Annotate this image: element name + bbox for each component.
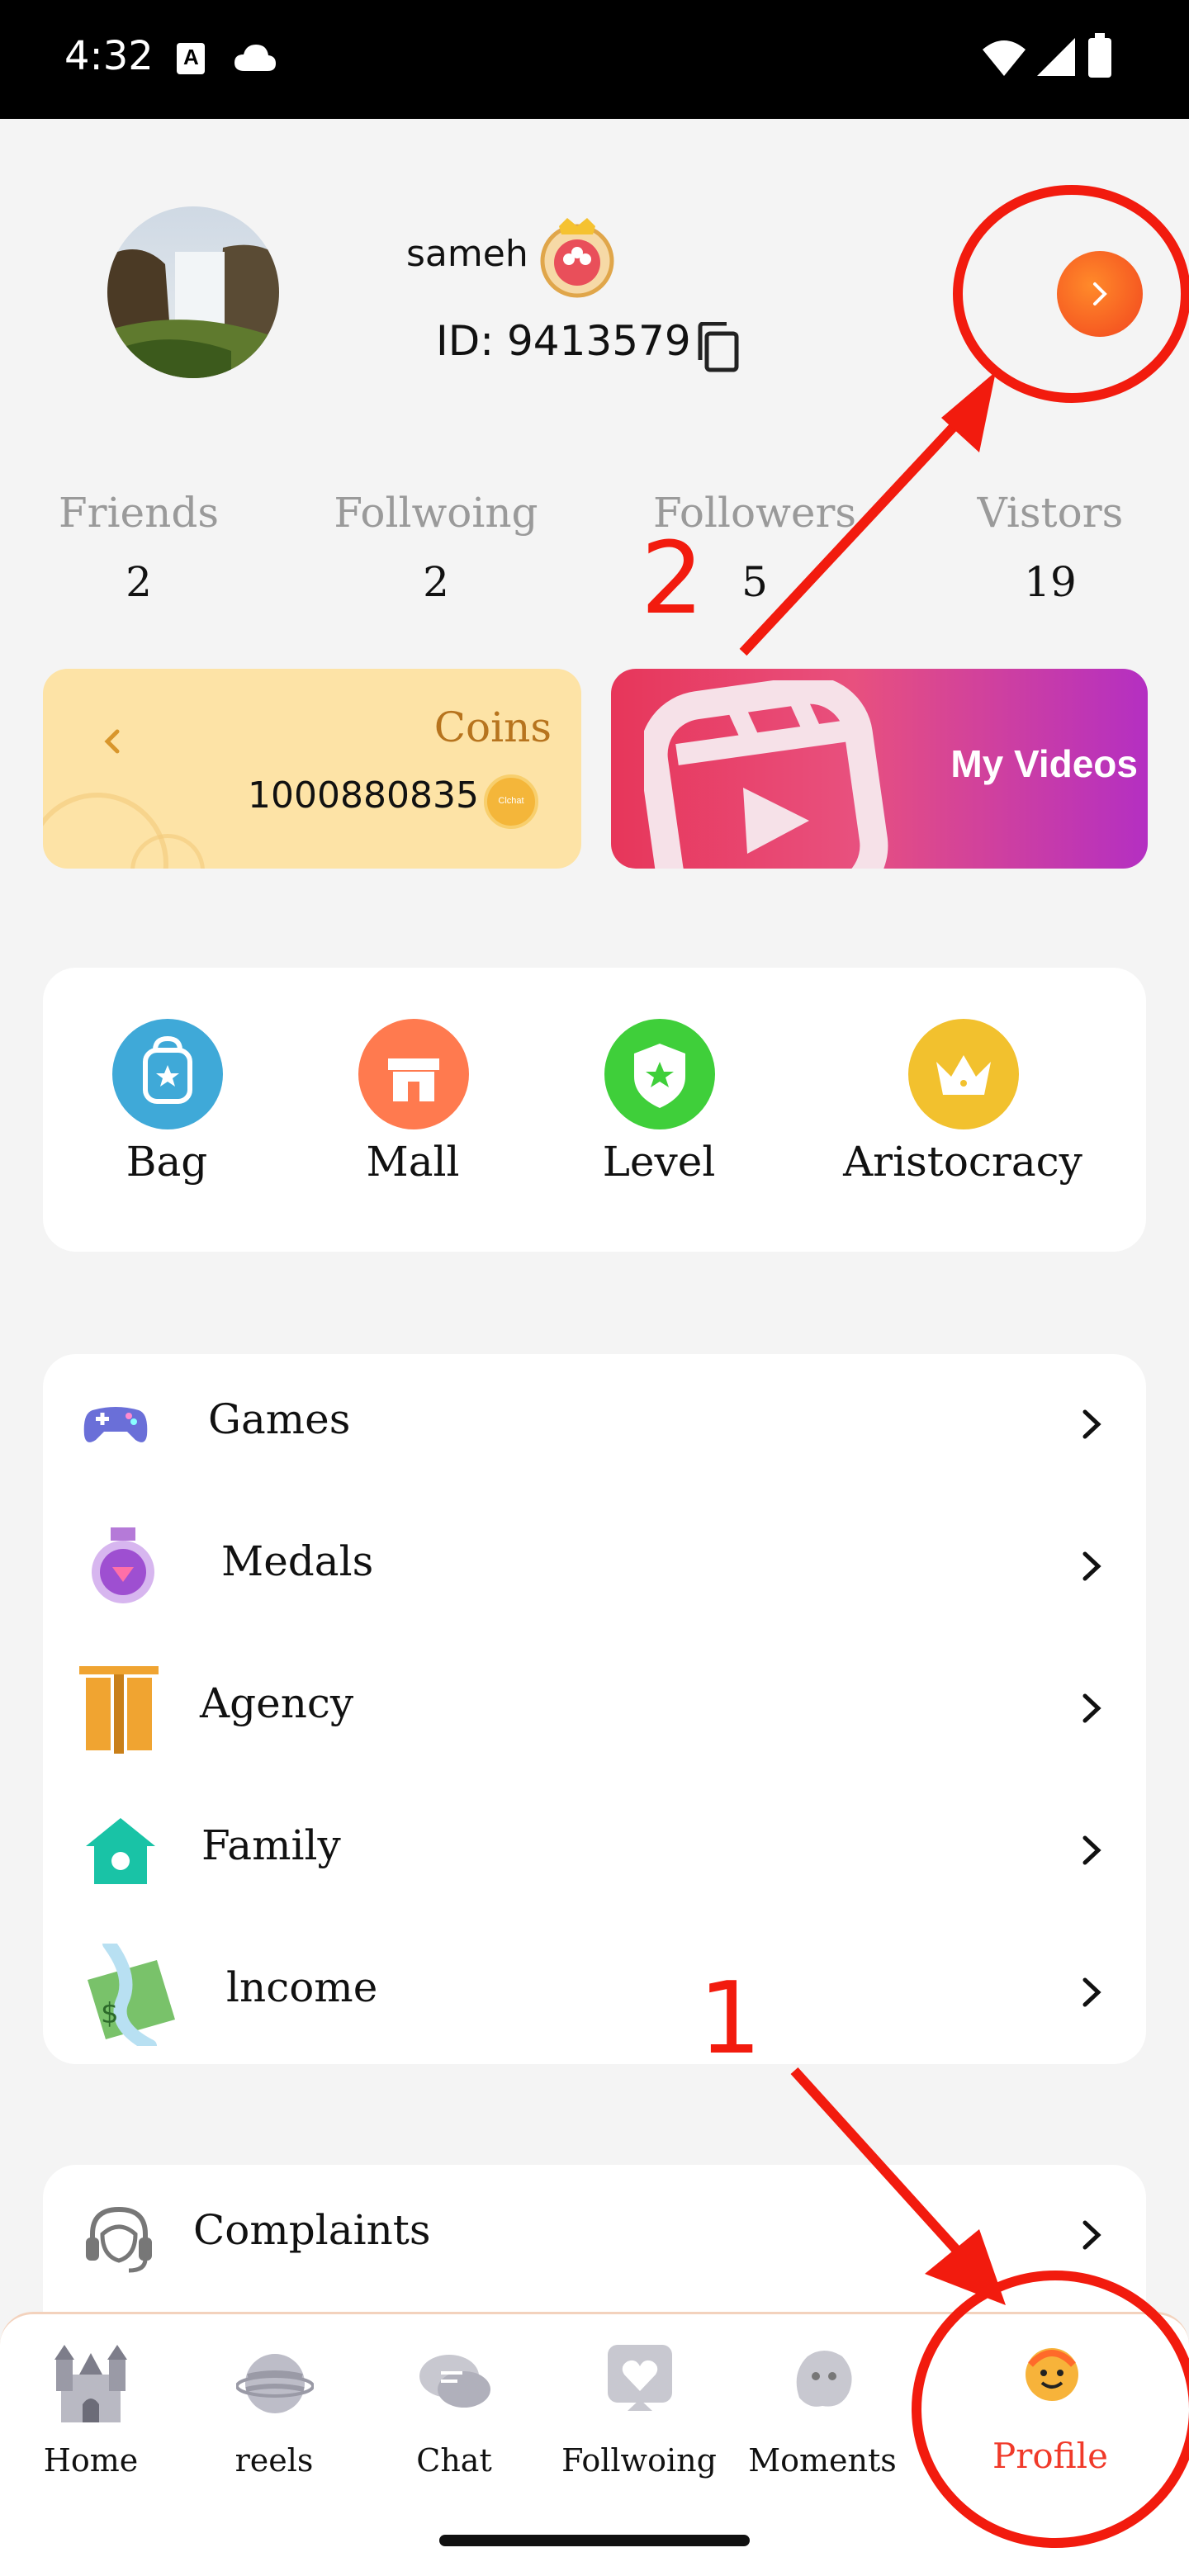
annotation-arrowhead-2	[941, 372, 996, 452]
annotation-arrow-1	[790, 2067, 987, 2283]
annotation-circle-1	[912, 2271, 1189, 2548]
annotation-overlay	[739, 185, 1189, 2548]
annotation-arrow-2	[739, 400, 978, 656]
annotation-circle-2	[953, 185, 1189, 403]
annotation-arrowhead-1	[925, 2229, 1006, 2305]
annotation-number-1: 1	[699, 1962, 762, 2076]
annotation-number-2: 2	[641, 522, 704, 637]
